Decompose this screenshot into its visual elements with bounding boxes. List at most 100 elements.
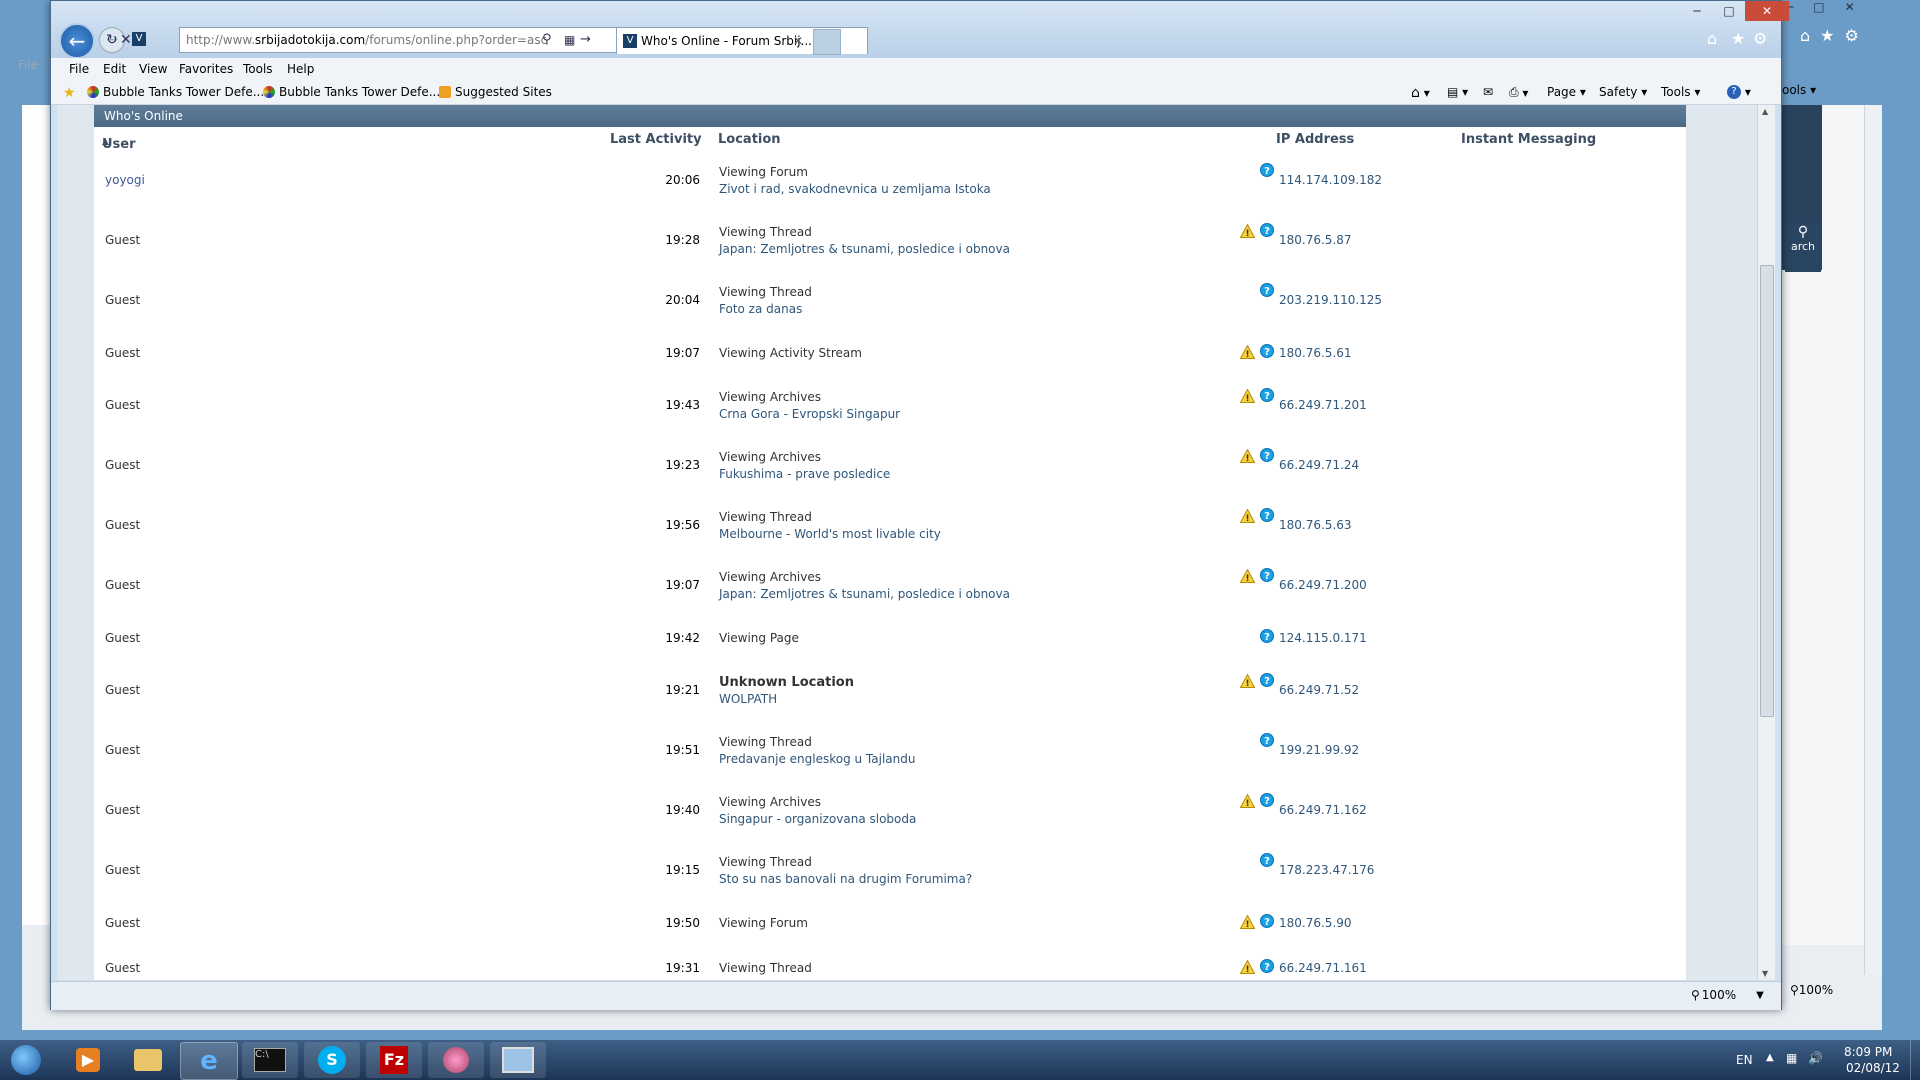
favorite-link-2[interactable]: Bubble Tanks Tower Defe...: [263, 85, 440, 99]
column-ip-address[interactable]: IP Address: [1276, 132, 1354, 147]
taskbar-internet-explorer[interactable]: e: [180, 1042, 238, 1080]
taskbar-filezilla[interactable]: Fz: [366, 1042, 422, 1078]
location-link[interactable]: Predavanje engleskog u Tajlandu: [719, 752, 915, 766]
background-window-scrollbar[interactable]: [1864, 105, 1881, 975]
ip-address[interactable]: 114.174.109.182: [1279, 173, 1382, 187]
network-icon[interactable]: ▦: [1786, 1051, 1797, 1065]
menu-help[interactable]: Help: [287, 62, 314, 76]
home-icon[interactable]: ⌂: [1707, 29, 1717, 48]
ip-address[interactable]: 66.249.71.201: [1279, 398, 1367, 412]
command-home-button[interactable]: ⌂ ▾: [1411, 85, 1430, 101]
ip-address[interactable]: 66.249.71.162: [1279, 803, 1367, 817]
menu-file[interactable]: File: [69, 62, 89, 76]
ip-address[interactable]: 66.249.71.52: [1279, 683, 1359, 697]
menu-edit[interactable]: Edit: [103, 62, 126, 76]
info-icon[interactable]: ?: [1260, 388, 1274, 405]
info-icon[interactable]: ?: [1260, 793, 1274, 810]
show-desktop-button[interactable]: [1910, 1040, 1920, 1080]
user-name[interactable]: yoyogi: [105, 173, 145, 187]
close-button[interactable]: ✕: [1745, 1, 1789, 21]
menu-favorites[interactable]: Favorites: [179, 62, 233, 76]
favorites-button[interactable]: ★: [63, 85, 76, 101]
taskbar-explorer[interactable]: [120, 1042, 176, 1078]
back-button[interactable]: ←: [59, 23, 95, 59]
ip-address[interactable]: 180.76.5.87: [1279, 233, 1352, 247]
settings-gear-icon[interactable]: ⚙: [1753, 29, 1767, 48]
menu-tools[interactable]: Tools: [243, 62, 273, 76]
address-bar[interactable]: V ↻ ✕ http://www.srbijadotokija.com/foru…: [106, 27, 661, 53]
taskbar-command-prompt[interactable]: C:\: [242, 1042, 298, 1078]
taskbar-media-player[interactable]: ▶: [60, 1042, 116, 1078]
column-location[interactable]: Location: [718, 132, 781, 147]
location-link[interactable]: WOLPATH: [719, 692, 777, 706]
location-link[interactable]: Singapur - organizovana sloboda: [719, 812, 916, 826]
command-help-button[interactable]: ? ▾: [1727, 85, 1751, 99]
ip-address[interactable]: 180.76.5.63: [1279, 518, 1352, 532]
command-mail-button[interactable]: ✉: [1483, 85, 1493, 99]
compat-view-icon[interactable]: ▦: [564, 28, 575, 52]
command-feeds-button[interactable]: ▤ ▾: [1447, 85, 1468, 99]
info-icon[interactable]: ?: [1260, 223, 1274, 240]
stop-icon[interactable]: ✕: [120, 28, 132, 52]
info-icon[interactable]: ?: [1260, 673, 1274, 690]
ip-address[interactable]: 180.76.5.61: [1279, 346, 1352, 360]
location-link[interactable]: Zivot i rad, svakodnevnica u zemljama Is…: [719, 182, 991, 196]
zoom-control[interactable]: ⚲ 100% ▼: [1691, 988, 1764, 1002]
start-button[interactable]: [6, 1042, 46, 1078]
refresh-icon[interactable]: ↻: [106, 28, 118, 52]
background-window-search-button[interactable]: ⚲ arch: [1785, 222, 1821, 272]
location-link[interactable]: Fukushima - prave posledice: [719, 467, 890, 481]
command-safety-button[interactable]: Safety ▾: [1599, 85, 1647, 99]
ip-address[interactable]: 66.249.71.24: [1279, 458, 1359, 472]
info-icon[interactable]: ?: [1260, 629, 1274, 646]
scroll-up-icon[interactable]: ▲: [1762, 107, 1768, 116]
ip-address[interactable]: 66.249.71.161: [1279, 961, 1367, 975]
location-link[interactable]: Melbourne - World's most livable city: [719, 527, 941, 541]
command-page-button[interactable]: Page ▾: [1547, 85, 1586, 99]
info-icon[interactable]: ?: [1260, 914, 1274, 931]
info-icon[interactable]: ?: [1260, 568, 1274, 585]
scrollbar-thumb[interactable]: [1760, 265, 1774, 717]
clock-time[interactable]: 8:09 PM: [1844, 1045, 1892, 1059]
minimize-button[interactable]: ─: [1681, 1, 1713, 21]
location-link[interactable]: Japan: Zemljotres & tsunami, posledice i…: [719, 242, 1010, 256]
info-icon[interactable]: ?: [1260, 163, 1274, 180]
scroll-down-icon[interactable]: ▼: [1762, 969, 1768, 978]
info-icon[interactable]: ?: [1260, 733, 1274, 750]
suggested-sites-link[interactable]: Suggested Sites: [439, 85, 552, 99]
column-last-activity[interactable]: Last Activity: [610, 132, 702, 147]
menu-view[interactable]: View: [139, 62, 167, 76]
language-indicator[interactable]: EN: [1736, 1053, 1753, 1067]
clock-date[interactable]: 02/08/12: [1846, 1061, 1900, 1075]
location-link[interactable]: Crna Gora - Evropski Singapur: [719, 407, 900, 421]
tab-close-icon[interactable]: ✕: [793, 28, 803, 54]
maximize-button[interactable]: □: [1713, 1, 1745, 21]
ip-address[interactable]: 180.76.5.90: [1279, 916, 1352, 930]
ip-address[interactable]: 203.219.110.125: [1279, 293, 1382, 307]
ip-address[interactable]: 199.21.99.92: [1279, 743, 1359, 757]
search-icon[interactable]: ⚲: [542, 28, 552, 52]
vertical-scrollbar[interactable]: ▲ ▼: [1757, 105, 1775, 980]
info-icon[interactable]: ?: [1260, 344, 1274, 361]
info-icon[interactable]: ?: [1260, 508, 1274, 525]
background-window-tools-menu[interactable]: ools ▾: [1782, 83, 1816, 97]
favorite-link-1[interactable]: Bubble Tanks Tower Defe...: [87, 85, 264, 99]
ip-address[interactable]: 178.223.47.176: [1279, 863, 1374, 877]
command-print-button[interactable]: ⎙ ▾: [1509, 85, 1528, 100]
background-window-menu-file[interactable]: File: [18, 58, 38, 72]
info-icon[interactable]: ?: [1260, 959, 1274, 976]
command-tools-button[interactable]: Tools ▾: [1661, 85, 1700, 99]
taskbar-remote-desktop[interactable]: [490, 1042, 546, 1078]
info-icon[interactable]: ?: [1260, 283, 1274, 300]
ip-address[interactable]: 124.115.0.171: [1279, 631, 1367, 645]
new-tab-button[interactable]: [813, 29, 841, 55]
info-icon[interactable]: ?: [1260, 853, 1274, 870]
taskbar-skype[interactable]: S: [304, 1042, 360, 1078]
tray-expand-icon[interactable]: ▲: [1766, 1052, 1774, 1063]
location-link[interactable]: Foto za danas: [719, 302, 802, 316]
background-window-zoom[interactable]: ⚲100%: [1790, 983, 1833, 997]
favorites-star-icon[interactable]: ★: [1731, 29, 1745, 48]
info-icon[interactable]: ?: [1260, 448, 1274, 465]
go-icon[interactable]: →: [580, 28, 591, 52]
location-link[interactable]: Sto su nas banovali na drugim Forumima?: [719, 872, 972, 886]
